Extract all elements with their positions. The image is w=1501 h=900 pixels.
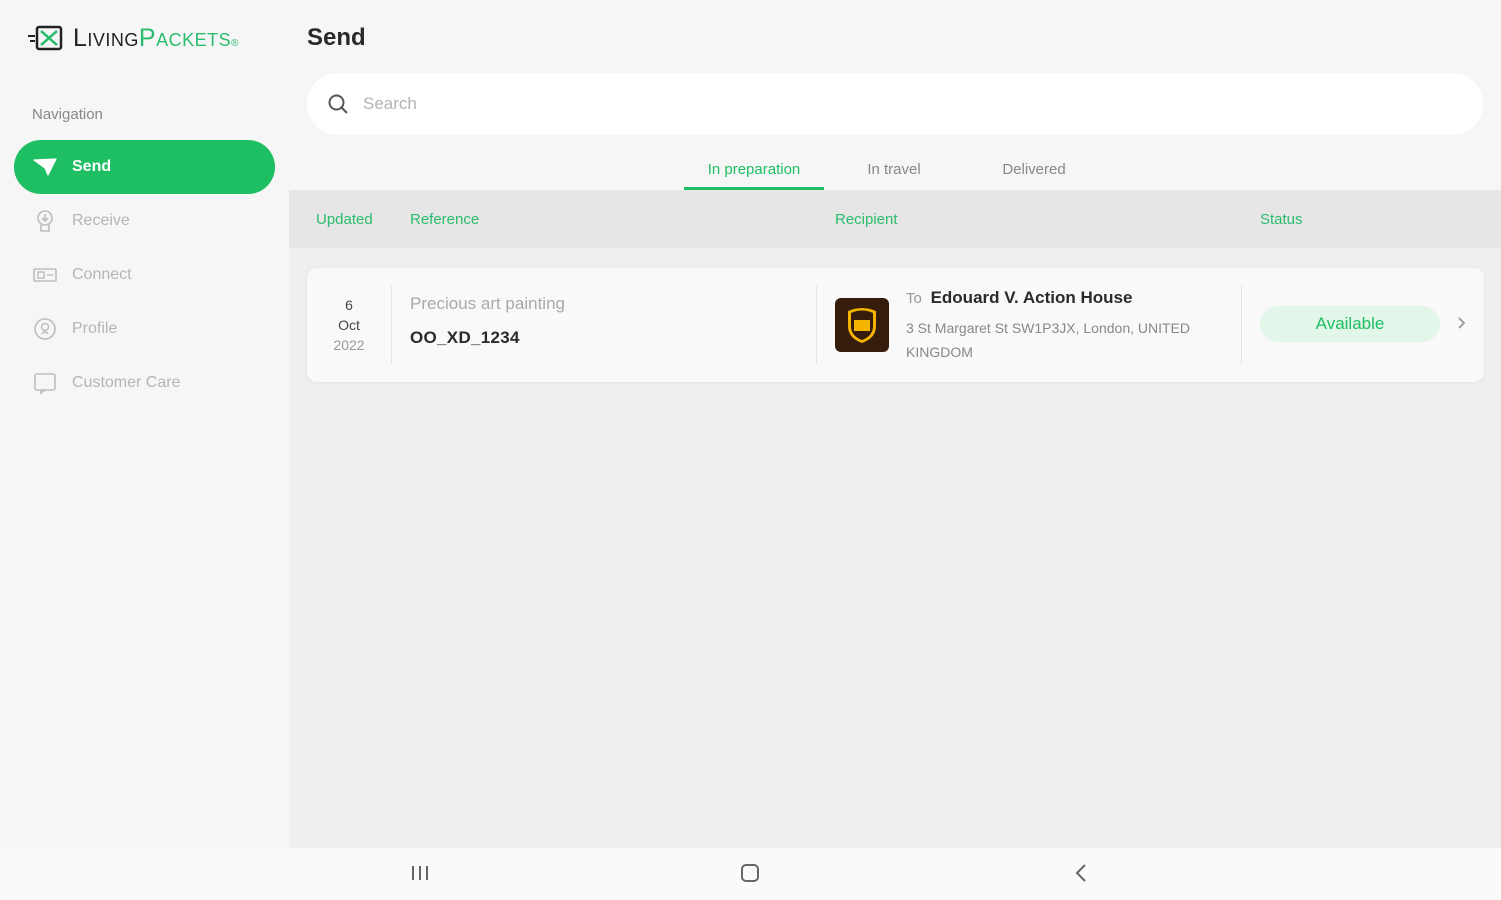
chevron-right-icon[interactable] — [1454, 313, 1470, 333]
search-icon — [328, 94, 348, 114]
ups-logo-icon — [835, 298, 889, 352]
home-icon[interactable] — [739, 862, 761, 884]
recipient-cell: To Edouard V. Action House 3 St Margaret… — [906, 288, 1206, 364]
date-year: 2022 — [333, 337, 365, 353]
column-header-updated[interactable]: Updated — [316, 211, 373, 228]
reference-name: Precious art painting — [410, 294, 565, 313]
receive-icon — [32, 210, 58, 232]
sidebar-item-customer-care[interactable]: Customer Care — [14, 356, 275, 410]
sidebar-item-label: Customer Care — [72, 374, 181, 391]
brand-logo[interactable]: Living Packets ® — [27, 22, 239, 54]
send-icon — [32, 156, 58, 178]
column-divider — [391, 286, 392, 364]
recipient-heading: To Edouard V. Action House — [906, 288, 1206, 308]
sidebar-item-label: Profile — [72, 320, 118, 337]
sidebar-item-connect[interactable]: Connect — [14, 248, 275, 302]
sidebar-item-label: Receive — [72, 212, 130, 229]
brand-name-part2: Packets — [138, 23, 232, 52]
page-title: Send — [307, 24, 366, 51]
registered-mark: ® — [231, 37, 239, 49]
tab-in-preparation[interactable]: In preparation — [684, 148, 824, 190]
updated-date: 6 Oct 2022 — [307, 268, 391, 382]
status-badge: Available — [1260, 306, 1440, 342]
recent-apps-icon[interactable] — [409, 862, 431, 884]
shipment-row[interactable]: 6 Oct 2022 Precious art painting OO_XD_1… — [307, 268, 1484, 382]
recipient-prefix: To — [906, 290, 922, 307]
search-bar[interactable] — [307, 73, 1483, 135]
connect-icon — [32, 264, 58, 286]
sidebar-item-label: Send — [72, 158, 112, 175]
sidebar-item-label: Connect — [72, 266, 132, 283]
sidebar: Living Packets ® Navigation Send Receive… — [0, 0, 289, 848]
column-header-reference[interactable]: Reference — [410, 211, 479, 228]
status-tabs: In preparation In travel Delivered — [684, 148, 1104, 190]
tab-delivered[interactable]: Delivered — [964, 148, 1104, 190]
living-packets-logo-icon — [28, 25, 63, 51]
search-input[interactable] — [363, 94, 1363, 114]
reference-code: OO_XD_1234 — [410, 328, 520, 347]
column-divider — [816, 286, 817, 364]
customer-care-icon — [32, 372, 58, 395]
date-day: 6 — [345, 297, 353, 313]
shipments-list: Updated Reference Recipient Status 6 Oct… — [289, 190, 1501, 848]
sidebar-item-send[interactable]: Send — [14, 140, 275, 194]
sidebar-item-receive[interactable]: Receive — [14, 194, 275, 248]
column-header-recipient[interactable]: Recipient — [835, 211, 898, 228]
reference-cell: Precious art painting OO_XD_1234 — [410, 294, 565, 348]
column-divider — [1241, 286, 1242, 364]
profile-icon — [32, 318, 58, 340]
column-header-status[interactable]: Status — [1260, 211, 1303, 228]
table-header: Updated Reference Recipient Status — [289, 190, 1501, 248]
sidebar-nav: Send Receive Connect Profile Customer Ca… — [14, 140, 275, 410]
system-nav-bar — [0, 848, 1501, 900]
back-icon[interactable] — [1071, 862, 1093, 884]
date-month: Oct — [338, 317, 360, 333]
recipient-address: 3 St Margaret St SW1P3JX, London, UNITED… — [906, 320, 1191, 360]
tab-in-travel[interactable]: In travel — [824, 148, 964, 190]
brand-name-part1: Living — [73, 23, 139, 52]
sidebar-item-profile[interactable]: Profile — [14, 302, 275, 356]
recipient-name: Edouard V. Action House — [930, 288, 1133, 307]
nav-heading: Navigation — [32, 106, 103, 123]
brand-wordmark: Living Packets ® — [73, 24, 239, 53]
